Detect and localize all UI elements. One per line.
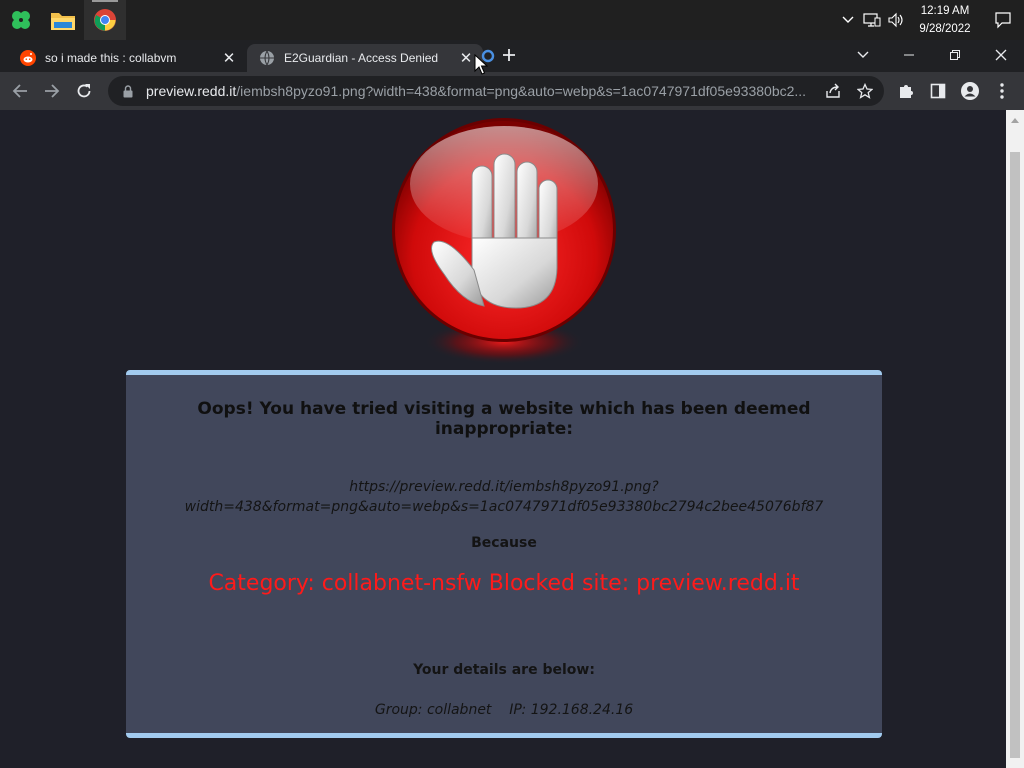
file-explorer-button[interactable]	[42, 0, 84, 40]
kebab-menu-icon	[1000, 83, 1004, 99]
tab-collabvm[interactable]: so i made this : collabvm ✕	[8, 44, 246, 72]
blocked-url-line-2: width=438&format=png&auto=webp&s=1ac0747…	[184, 499, 824, 515]
clock-time: 12:19 AM	[920, 5, 970, 17]
avatar-icon	[961, 82, 979, 100]
blocked-url: https://preview.redd.it/iembsh8pyzo91.pn…	[126, 477, 882, 517]
notification-icon	[995, 12, 1011, 29]
minimize-icon	[904, 54, 914, 56]
arrow-left-icon	[12, 84, 27, 98]
url-text: preview.redd.it/iembsh8pyzo91.png?width=…	[146, 83, 816, 99]
side-panel-button[interactable]	[922, 72, 954, 110]
reddit-icon	[20, 50, 36, 66]
url-path: /iembsh8pyzo91.png?width=438&format=png&…	[236, 83, 807, 99]
globe-icon	[259, 50, 275, 66]
folder-icon	[51, 13, 75, 30]
tab-title: so i made this : collabvm	[45, 51, 177, 65]
profile-button[interactable]	[954, 72, 986, 110]
side-panel-icon	[930, 83, 946, 99]
minimize-button[interactable]	[886, 40, 932, 70]
loading-spinner-icon	[481, 49, 495, 63]
forward-button[interactable]	[36, 75, 68, 107]
close-icon	[995, 49, 1007, 61]
reload-icon	[77, 84, 91, 98]
volume-icon[interactable]	[884, 0, 908, 40]
bookmark-star-icon[interactable]	[850, 76, 880, 106]
tab-search-button[interactable]	[840, 40, 886, 70]
denied-heading: Oops! You have tried visiting a website …	[197, 399, 811, 439]
restore-icon	[950, 50, 960, 60]
close-window-button[interactable]	[978, 40, 1024, 70]
vertical-scrollbar[interactable]	[1006, 110, 1024, 768]
chrome-icon	[94, 9, 116, 31]
tab-close-icon[interactable]: ✕	[218, 47, 240, 69]
chrome-taskbar-button[interactable]	[84, 0, 126, 40]
reload-button[interactable]	[68, 75, 100, 107]
details-heading: Your details are below:	[413, 662, 595, 678]
stop-hand-icon	[388, 118, 620, 370]
tab-access-denied[interactable]: E2Guardian - Access Denied ✕	[247, 44, 483, 72]
chevron-down-icon	[857, 51, 869, 58]
scroll-up-arrow-icon[interactable]	[1011, 118, 1019, 123]
back-button[interactable]	[4, 75, 36, 107]
system-tray: 12:19 AM 9/28/2022	[836, 0, 1024, 40]
url-host: preview.redd.it	[146, 83, 237, 99]
taskbar-clock[interactable]: 12:19 AM 9/28/2022	[912, 2, 978, 38]
start-button[interactable]	[0, 0, 42, 40]
notification-button[interactable]	[982, 0, 1024, 40]
puzzle-icon	[900, 85, 913, 98]
chevron-up-icon[interactable]	[836, 0, 860, 40]
because-label: Because	[471, 535, 537, 551]
lock-icon	[120, 84, 136, 98]
new-tab-button[interactable]	[498, 44, 520, 66]
plus-icon	[503, 49, 515, 61]
blocked-url-line-1: https://preview.redd.it/iembsh8pyzo91.pn…	[349, 479, 659, 495]
block-reason: Category: collabnet-nsfw Blocked site: p…	[208, 571, 800, 596]
address-bar[interactable]: preview.redd.it/iembsh8pyzo91.png?width=…	[108, 76, 884, 106]
clover-icon	[12, 11, 30, 29]
arrow-right-icon	[45, 84, 60, 98]
windows-taskbar: 12:19 AM 9/28/2022	[0, 0, 1024, 40]
scrollbar-thumb[interactable]	[1010, 152, 1020, 758]
share-icon[interactable]	[818, 76, 848, 106]
group-ip-info: Group: collabnet IP: 192.168.24.16	[374, 702, 634, 718]
network-icon[interactable]	[860, 0, 884, 40]
restore-button[interactable]	[932, 40, 978, 70]
tab-title: E2Guardian - Access Denied	[284, 51, 439, 65]
extensions-button[interactable]	[890, 72, 922, 110]
access-denied-panel: Oops! You have tried visiting a website …	[126, 370, 882, 738]
clock-date: 9/28/2022	[919, 23, 971, 35]
page-content: Oops! You have tried visiting a website …	[0, 110, 1006, 768]
menu-button[interactable]	[986, 72, 1018, 110]
browser-toolbar: preview.redd.it/iembsh8pyzo91.png?width=…	[0, 72, 1024, 110]
